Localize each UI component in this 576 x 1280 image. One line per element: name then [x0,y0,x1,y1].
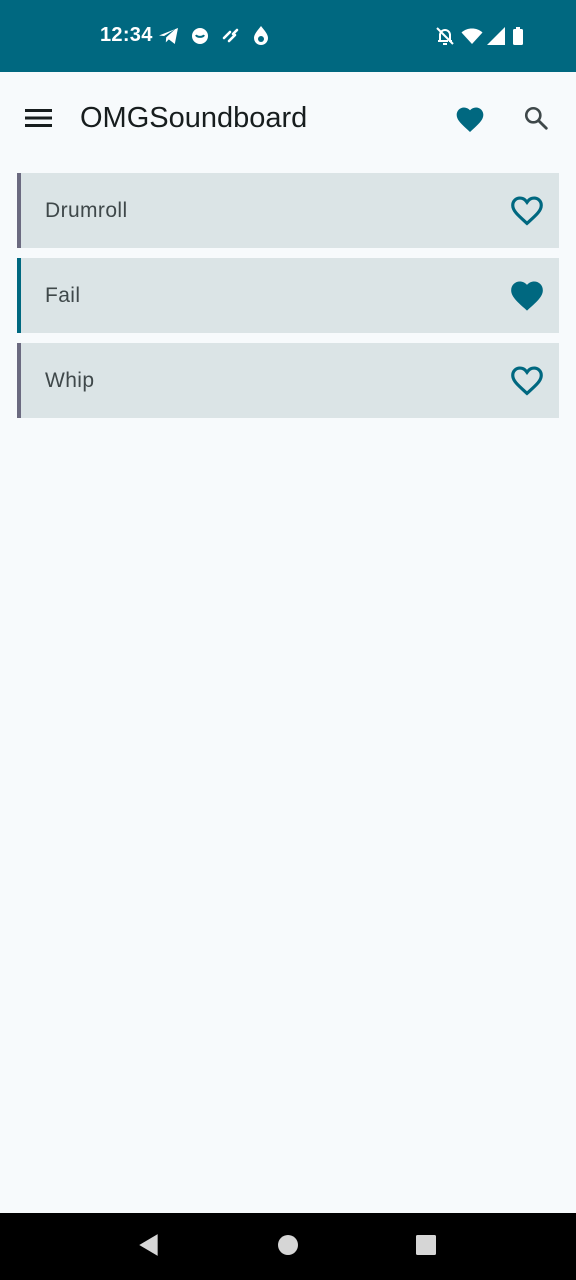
heart-filled-icon [454,104,486,132]
sound-item-fail[interactable]: Fail [17,258,559,333]
menu-button[interactable] [15,94,63,142]
favorite-toggle-drumroll[interactable] [503,187,551,235]
sound-label: Drumroll [45,199,128,222]
recents-square-icon [414,1233,438,1262]
battery-icon [506,24,530,48]
heart-outline-icon [508,192,546,231]
app-bar: OMGSoundboard [0,72,576,164]
notifications-off-icon [433,24,457,48]
drop-icon [249,24,273,48]
sound-item-drumroll[interactable]: Drumroll [17,173,559,248]
home-circle-icon [276,1233,300,1262]
recents-button[interactable] [412,1233,440,1261]
favorite-toggle-fail[interactable] [503,272,551,320]
app-title: OMGSoundboard [80,102,308,134]
hamburger-menu-icon [25,107,53,129]
back-triangle-icon [136,1232,162,1263]
sound-label: Fail [45,284,81,307]
search-icon [523,105,549,131]
sound-item-whip[interactable]: Whip [17,343,559,418]
link-icon [219,24,243,48]
sound-list: Drumroll Fail Whip [17,173,559,428]
favorites-button[interactable] [446,94,494,142]
back-button[interactable] [135,1233,163,1261]
smiley-icon [188,24,212,48]
home-button[interactable] [274,1233,302,1261]
signal-icon [484,24,508,48]
search-button[interactable] [512,94,560,142]
status-bar: 12:34 [0,0,576,72]
favorite-toggle-whip[interactable] [503,357,551,405]
heart-outline-icon [508,362,546,401]
sound-label: Whip [45,369,95,392]
status-time: 12:34 [100,24,153,46]
heart-filled-icon [508,277,546,316]
wifi-icon [460,24,484,48]
system-navigation-bar [0,1213,576,1280]
telegram-icon [157,24,181,48]
